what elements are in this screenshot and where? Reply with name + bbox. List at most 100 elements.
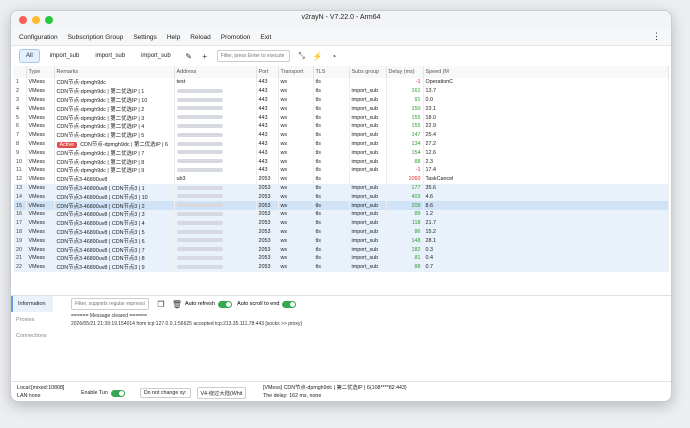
table-row[interactable]: 19 VMess CDN节点3-46890uv8 | CDN节点3 | 6 2053 w… — [14, 236, 669, 246]
log-filter-input[interactable] — [71, 298, 149, 310]
cell-speed: 35.6 — [423, 183, 669, 193]
cell-remarks: CDN节点3-46890uv8 | CDN节点3 | 3 — [54, 209, 175, 219]
cell-tls: tls — [313, 209, 350, 219]
cell-port: 2053 — [256, 218, 279, 228]
cell-index: 11 — [14, 165, 27, 175]
cell-remarks: CDN节点-dpmgh9dc | 第二优选IP | 4 — [54, 121, 175, 131]
table-row[interactable]: 20 VMess CDN节点3-46890uv8 | CDN节点3 | 7 2053 w… — [14, 245, 669, 254]
table-row[interactable]: 4 VMess CDN节点-dpmgh9dc | 第二优选IP | 2 443 ws tl… — [14, 104, 669, 114]
status-bar: Local:[mixed:10808] LAN:none Enable Tun … — [11, 381, 671, 401]
header-transport[interactable]: Transport — [278, 66, 314, 78]
cell-subs-group: import_sub — [349, 218, 387, 228]
log-toolbar: ❐ 🗑 Auto refresh Auto scroll to end — [57, 296, 667, 312]
table-row[interactable]: 2 VMess CDN节点-dpmgh9dc | 第二优选IP | 1 443 ws tl… — [14, 86, 669, 96]
tab-all[interactable]: All — [19, 49, 40, 63]
table-row[interactable]: 6 VMess CDN节点-dpmgh9dc | 第二优选IP | 4 443 ws tl… — [14, 121, 669, 131]
menu-configuration[interactable]: Configuration — [19, 34, 58, 41]
lightning-icon[interactable]: ⚡ — [313, 51, 323, 61]
sidebar-item-proxies[interactable]: Proxies — [11, 312, 53, 328]
header-delay[interactable]: Delay (ms) — [386, 66, 424, 78]
table-row[interactable]: 1 VMess CDN节点-dpmgh9dc test 443 ws tls -1 Operat… — [14, 78, 669, 87]
cell-remarks: CDN节点-dpmgh9dc | 第二优选IP | 9 — [54, 165, 175, 175]
cell-remarks: CDN节点3-46890uv8 | CDN节点3 | 4 — [54, 218, 175, 228]
table-row[interactable]: 21 VMess CDN节点3-46890uv8 | CDN节点3 | 8 2053 w… — [14, 253, 669, 263]
table-row[interactable]: 7 VMess CDN节点-dpmgh9dc | 第二优选IP | 5 443 ws tl… — [14, 130, 669, 140]
table-row[interactable]: 22 VMess CDN节点3-46890uv8 | CDN节点3 | 9 2053 w… — [14, 262, 669, 272]
cell-type: VMess — [26, 130, 55, 140]
header-subs-group[interactable]: Subs group — [349, 66, 387, 78]
table-row[interactable]: 10 VMess CDN节点-dpmgh9dc | 第二优选IP | 8 443 ws t… — [14, 157, 669, 166]
menu-help[interactable]: Help — [167, 34, 180, 41]
add-icon[interactable]: + — [200, 51, 210, 61]
cell-address — [174, 253, 257, 263]
cell-port: 443 — [256, 157, 279, 166]
speedometer-icon[interactable]: ◔ — [329, 51, 339, 61]
table-row[interactable]: 15 VMess CDN节点3-46890uv8 | CDN节点3 | 2 2053 w… — [14, 201, 669, 210]
sidebar-item-information[interactable]: Information — [11, 296, 53, 312]
cell-port: 443 — [256, 95, 279, 105]
cell-subs-group: import_sub — [349, 86, 387, 96]
menu-promotion[interactable]: Promotion — [221, 34, 251, 41]
cell-transport: ws — [278, 245, 314, 254]
cell-speed: 0.4 — [423, 253, 669, 263]
cell-index: 16 — [14, 209, 27, 219]
table-row[interactable]: 18 VMess CDN节点3-46890uv8 | CDN节点3 | 5 2053 w… — [14, 227, 669, 237]
cell-delay: 88 — [386, 157, 424, 166]
auto-refresh-label: Auto refresh — [185, 301, 215, 307]
table-row[interactable]: 12 VMess CDN节点3-46890uv8 ub3 2053 ws tls 1060 Ta… — [14, 174, 669, 184]
table-row[interactable]: 11 VMess CDN节点-dpmgh9dc | 第二优选IP | 9 443 ws t… — [14, 165, 669, 175]
more-options-icon[interactable]: ⋮ — [652, 31, 661, 42]
system-proxy-select[interactable]: Do not change sy: — [139, 388, 191, 398]
expand-arrows-icon[interactable]: ⤡ — [297, 51, 307, 61]
sidebar-item-connections[interactable]: Connections — [11, 328, 53, 344]
header-type[interactable]: Type — [26, 66, 55, 78]
lan-status: LAN:none — [17, 393, 41, 399]
menu-settings[interactable]: Settings — [133, 34, 157, 41]
enable-tun-toggle[interactable] — [110, 389, 125, 397]
cell-port: 2053 — [256, 253, 279, 263]
menu-subscription-group[interactable]: Subscription Group — [68, 34, 124, 41]
cell-delay: 209 — [386, 201, 424, 210]
table-row[interactable]: 17 VMess CDN节点3-46890uv8 | CDN节点3 | 4 2053 w… — [14, 218, 669, 228]
cell-delay: 81 — [386, 253, 424, 263]
remarks-text: CDN节点3-46890uv8 | CDN节点3 | 9 — [56, 265, 145, 272]
header-tls[interactable]: TLS — [313, 66, 350, 78]
header-remarks[interactable]: Remarks — [54, 66, 175, 78]
table-row[interactable]: 13 VMess CDN节点3-46890uv8 | CDN节点3 | 1 2053 w… — [14, 183, 669, 193]
cell-type: VMess — [26, 121, 55, 131]
cell-tls: tls — [313, 262, 350, 272]
table-row[interactable]: 5 VMess CDN节点-dpmgh9dc | 第二优选IP | 3 443 ws tl… — [14, 113, 669, 122]
server-filter-input[interactable] — [216, 50, 290, 62]
window-title: v2rayN - V7.22.0 - Arm64 — [301, 14, 381, 21]
remarks-text: CDN节点-dpmgh9dc | 第二优选IP | 7 — [56, 150, 145, 157]
tab-import-sub-3[interactable]: import_sub — [135, 50, 177, 62]
header-index[interactable] — [14, 66, 27, 78]
cell-delay: 91 — [386, 95, 424, 105]
routing-select[interactable]: V4-绕过大陆(Whit — [196, 387, 247, 399]
menu-exit[interactable]: Exit — [260, 34, 271, 41]
table-row[interactable]: 14 VMess CDN节点3-46890uv8 | CDN节点3 | 10 2053… — [14, 192, 669, 202]
menu-reload[interactable]: Reload — [190, 34, 211, 41]
cell-tls: tls — [313, 201, 350, 210]
edit-pencil-icon[interactable]: ✎ — [184, 51, 194, 61]
auto-scroll-toggle[interactable] — [282, 300, 297, 308]
header-speed[interactable]: Speed (M — [423, 66, 669, 78]
redacted-address — [176, 150, 223, 155]
table-row[interactable]: 8 VMess Active CDN节点-dpmgh9dc | 第二优选IP | 6 4… — [14, 139, 669, 149]
tab-import-sub-1[interactable]: import_sub — [44, 50, 86, 62]
remarks-text: CDN节点3-46890uv8 | CDN节点3 | 7 — [56, 247, 145, 254]
copy-icon[interactable]: ❐ — [156, 299, 166, 309]
cell-address — [174, 218, 257, 228]
header-port[interactable]: Port — [256, 66, 279, 78]
table-row[interactable]: 9 VMess CDN节点-dpmgh9dc | 第二优选IP | 7 443 ws tl… — [14, 148, 669, 158]
log-output[interactable]: ====== Message cleared ====== 2026/05/21… — [57, 312, 667, 328]
cell-speed: 13.7 — [423, 86, 669, 96]
table-row[interactable]: 3 VMess CDN节点-dpmgh9dc | 第二优选IP | 10 443 ws t… — [14, 95, 669, 105]
cell-speed: 0.0 — [423, 95, 669, 105]
trash-icon[interactable]: 🗑 — [172, 299, 182, 309]
tab-import-sub-2[interactable]: import_sub — [89, 50, 131, 62]
table-row[interactable]: 16 VMess CDN节点3-46890uv8 | CDN节点3 | 3 2053 w… — [14, 209, 669, 219]
cell-remarks: CDN节点-dpmgh9dc | 第二优选IP | 7 — [54, 148, 175, 158]
header-address[interactable]: Address — [174, 66, 257, 78]
auto-refresh-toggle[interactable] — [217, 300, 232, 308]
